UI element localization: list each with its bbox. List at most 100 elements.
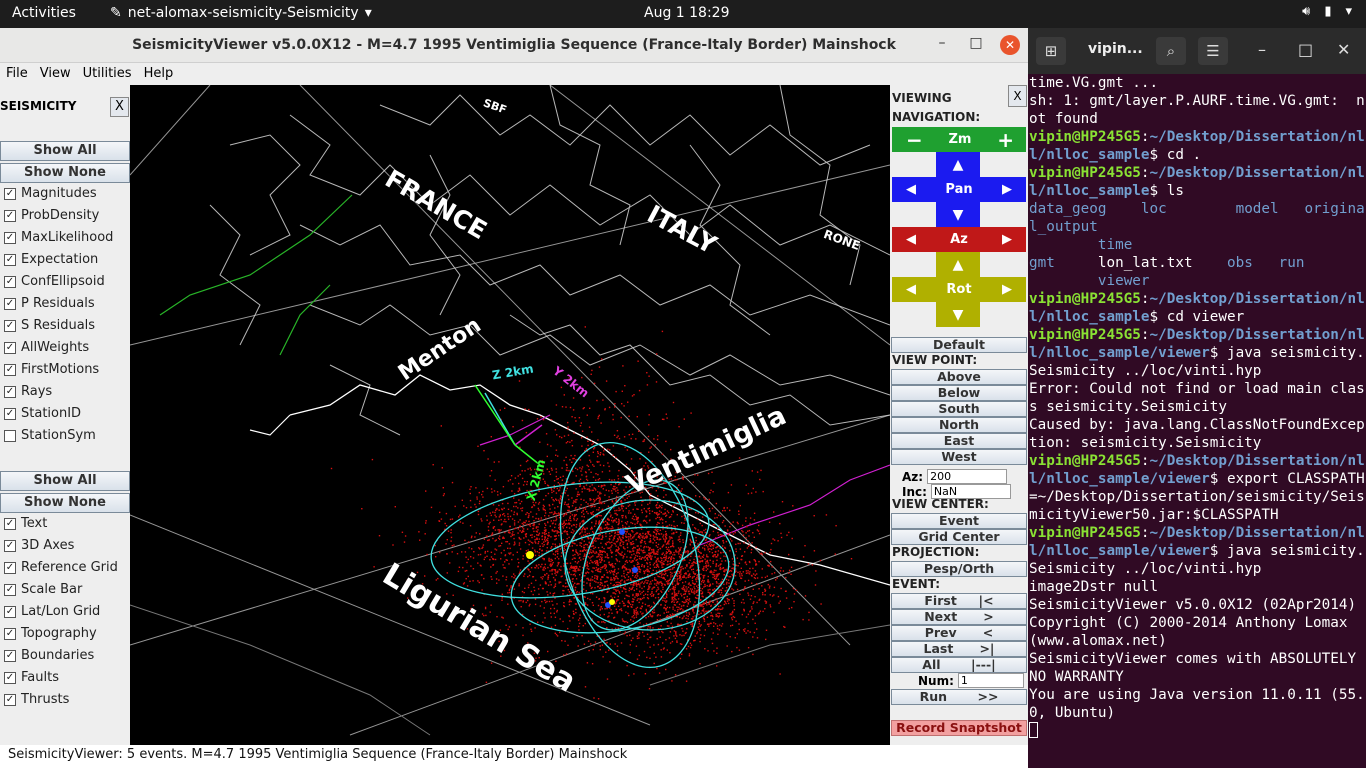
checkbox[interactable]: ✓ — [4, 275, 16, 288]
system-tray[interactable]: 🔊︎ ▮ ▾ — [1302, 4, 1352, 19]
seismicity-layer-checkbox-row[interactable]: ✓ Rays — [4, 384, 52, 399]
checkbox[interactable]: ✓ — [4, 231, 16, 244]
map-layer-checkbox-row[interactable]: ✓ Lat/Lon Grid — [4, 604, 100, 619]
projection-toggle-button[interactable]: Pesp/Orth — [891, 561, 1027, 577]
maximize-button[interactable]: □ — [966, 35, 986, 55]
map-layer-checkbox-row[interactable]: ✓ Topography — [4, 626, 97, 641]
event-number-input[interactable] — [957, 673, 1024, 688]
prev-event-button[interactable]: Prev < — [891, 625, 1027, 641]
clock[interactable]: Aug 1 18:29 — [644, 5, 730, 21]
pan-left-button[interactable]: ◀ — [892, 182, 916, 197]
all-events-button[interactable]: All |---| — [891, 657, 1027, 673]
checkbox[interactable] — [4, 429, 16, 442]
checkbox[interactable]: ✓ — [4, 209, 16, 222]
last-event-button[interactable]: Last >| — [891, 641, 1027, 657]
checkbox[interactable]: ✓ — [4, 319, 16, 332]
first-event-button[interactable]: First |< — [891, 593, 1027, 609]
grid-center-button[interactable]: Grid Center — [891, 529, 1027, 545]
checkbox[interactable]: ✓ — [4, 671, 16, 684]
map-layer-checkbox-row[interactable]: ✓ Thrusts — [4, 692, 69, 707]
az-left-button[interactable]: ◀ — [892, 232, 916, 247]
checkbox[interactable]: ✓ — [4, 297, 16, 310]
show-all-button[interactable]: Show All — [0, 141, 130, 161]
menu-utilities[interactable]: Utilities — [77, 63, 138, 85]
show-none-button-2[interactable]: Show None — [0, 493, 130, 513]
close-icon[interactable]: ✕ — [1337, 40, 1350, 59]
menu-file[interactable]: File — [0, 63, 34, 85]
checkbox[interactable]: ✓ — [4, 517, 16, 530]
seismicity-3d-canvas[interactable]: FRANCE ITALY Menton Ventimiglia Ligurian… — [130, 85, 890, 745]
show-all-button-2[interactable]: Show All — [0, 471, 130, 491]
seismicity-layer-checkbox-row[interactable]: ✓ Expectation — [4, 252, 98, 267]
checkbox[interactable]: ✓ — [4, 693, 16, 706]
checkbox[interactable]: ✓ — [4, 605, 16, 618]
seismicity-layer-checkbox-row[interactable]: StationSym — [4, 428, 96, 443]
seismicity-layer-checkbox-row[interactable]: ✓ StationID — [4, 406, 81, 421]
checkbox[interactable]: ✓ — [4, 407, 16, 420]
menu-help[interactable]: Help — [138, 63, 180, 85]
seismicity-layer-checkbox-row[interactable]: ✓ ConfEllipsoid — [4, 274, 105, 289]
checkbox[interactable]: ✓ — [4, 341, 16, 354]
checkbox[interactable]: ✓ — [4, 561, 16, 574]
minimize-button[interactable]: – — [932, 35, 952, 55]
app-menu[interactable]: ✎ net-alomax-seismicity-Seismicity ▾ — [110, 5, 372, 21]
pan-up-button[interactable]: ▲ — [936, 152, 980, 177]
seismicity-layer-checkbox-row[interactable]: ✓ AllWeights — [4, 340, 89, 355]
map-layer-checkbox-row[interactable]: ✓ Faults — [4, 670, 59, 685]
maximize-button[interactable]: □ — [1298, 40, 1313, 59]
seismicity-layer-checkbox-row[interactable]: ✓ MaxLikelihood — [4, 230, 113, 245]
default-view-button[interactable]: Default — [891, 337, 1027, 353]
window-titlebar[interactable]: SeismicityViewer v5.0.0X12 - M=4.7 1995 … — [0, 28, 1028, 63]
map-layer-checkbox-row[interactable]: ✓ Text — [4, 516, 47, 531]
map-layer-checkbox-row[interactable]: ✓ Reference Grid — [4, 560, 118, 575]
view-below-button[interactable]: Below — [891, 385, 1027, 401]
map-layer-checkbox-row[interactable]: ✓ Scale Bar — [4, 582, 82, 597]
activities-button[interactable]: Activities — [12, 5, 76, 21]
checkbox[interactable]: ✓ — [4, 253, 16, 266]
checkbox[interactable]: ✓ — [4, 385, 16, 398]
seismicity-layer-checkbox-row[interactable]: ✓ FirstMotions — [4, 362, 99, 377]
minimize-button[interactable]: – — [1258, 40, 1266, 59]
hamburger-menu-icon[interactable]: ☰ — [1198, 37, 1228, 65]
zoom-in-button[interactable]: + — [997, 128, 1026, 152]
next-event-button[interactable]: Next > — [891, 609, 1027, 625]
rot-up-button[interactable]: ▲ — [936, 252, 980, 277]
terminal-headerbar[interactable]: ⊞ vipin... ⌕ ☰ – □ ✕ — [1028, 28, 1366, 74]
checkbox[interactable]: ✓ — [4, 583, 16, 596]
map-layer-checkbox-row[interactable]: ✓ 3D Axes — [4, 538, 74, 553]
search-icon[interactable]: ⌕ — [1156, 37, 1186, 65]
rot-right-button[interactable]: ▶ — [1002, 282, 1026, 297]
menu-view[interactable]: View — [34, 63, 77, 85]
rot-down-button[interactable]: ▼ — [936, 302, 980, 327]
panel-close-button[interactable]: X — [110, 97, 129, 117]
view-above-button[interactable]: Above — [891, 369, 1027, 385]
rot-left-button[interactable]: ◀ — [892, 282, 916, 297]
record-snapshot-button[interactable]: Record Snaptshot — [891, 720, 1027, 736]
az-right-button[interactable]: ▶ — [1002, 232, 1026, 247]
azimuth-input[interactable] — [927, 469, 1008, 484]
pan-down-button[interactable]: ▼ — [936, 202, 980, 227]
view-west-button[interactable]: West — [891, 449, 1027, 465]
view-north-button[interactable]: North — [891, 417, 1027, 433]
viewing-close-button[interactable]: X — [1008, 85, 1027, 107]
map-layer-checkbox-row[interactable]: ✓ Boundaries — [4, 648, 94, 663]
checkbox[interactable]: ✓ — [4, 649, 16, 662]
zoom-out-button[interactable]: − — [892, 128, 923, 152]
seismicity-layer-checkbox-row[interactable]: ✓ S Residuals — [4, 318, 95, 333]
run-events-button[interactable]: Run >> — [891, 689, 1027, 705]
seismicity-layer-checkbox-row[interactable]: ✓ Magnitudes — [4, 186, 97, 201]
new-tab-button[interactable]: ⊞ — [1036, 37, 1066, 65]
view-east-button[interactable]: East — [891, 433, 1027, 449]
terminal-output[interactable]: time.VG.gmt ... sh: 1: gmt/layer.P.AURF.t… — [1029, 74, 1365, 743]
checkbox[interactable]: ✓ — [4, 363, 16, 376]
close-button[interactable]: ✕ — [1000, 35, 1020, 55]
checkbox[interactable]: ✓ — [4, 627, 16, 640]
view-south-button[interactable]: South — [891, 401, 1027, 417]
seismicity-layer-checkbox-row[interactable]: ✓ ProbDensity — [4, 208, 99, 223]
checkbox[interactable]: ✓ — [4, 539, 16, 552]
show-none-button[interactable]: Show None — [0, 163, 130, 183]
pan-right-button[interactable]: ▶ — [1002, 182, 1026, 197]
seismicity-layer-checkbox-row[interactable]: ✓ P Residuals — [4, 296, 95, 311]
checkbox[interactable]: ✓ — [4, 187, 16, 200]
center-event-button[interactable]: Event — [891, 513, 1027, 529]
